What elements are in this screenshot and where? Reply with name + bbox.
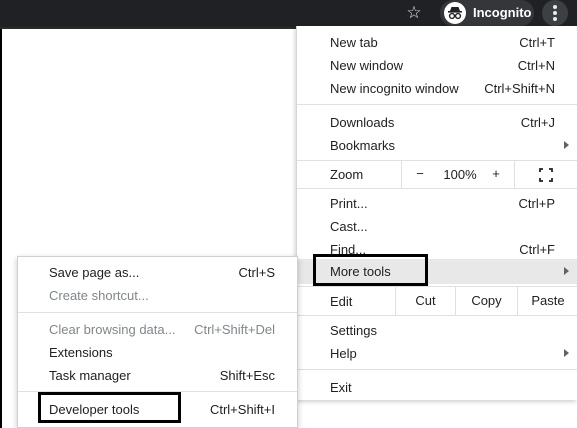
submenu-item-task-manager[interactable]: Task manager Shift+Esc xyxy=(18,364,297,387)
star-icon[interactable]: ☆ xyxy=(403,2,425,24)
page-top-edge xyxy=(0,27,296,29)
submenu-item-extensions[interactable]: Extensions xyxy=(18,341,297,364)
menu-item-label: Task manager xyxy=(49,368,131,383)
menu-item-shortcut: Ctrl+T xyxy=(519,35,555,50)
menu-item-cast[interactable]: Cast... xyxy=(297,215,577,238)
menu-separator xyxy=(18,312,297,313)
menu-item-shortcut: Ctrl+Shift+N xyxy=(484,81,555,96)
fullscreen-icon[interactable] xyxy=(539,168,553,182)
zoom-controls: − 100% + xyxy=(401,161,515,188)
menu-separator xyxy=(297,188,577,189)
menu-item-shortcut: Ctrl+Shift+Del xyxy=(194,322,275,337)
menu-item-label: New incognito window xyxy=(330,81,459,96)
menu-item-shortcut: Ctrl+P xyxy=(518,196,555,211)
menu-separator xyxy=(297,369,577,370)
menu-item-shortcut: Shift+Esc xyxy=(219,368,275,383)
menu-item-label: Create shortcut... xyxy=(49,288,149,303)
menu-item-label: Clear browsing data... xyxy=(49,322,176,337)
zoom-label: Zoom xyxy=(330,167,364,182)
menu-item-label: Cast... xyxy=(330,219,368,234)
menu-item-label: Extensions xyxy=(49,345,113,360)
submenu-item-create-shortcut: Create shortcut... xyxy=(18,284,297,307)
menu-item-exit[interactable]: Exit xyxy=(297,376,577,399)
menu-item-label: Exit xyxy=(330,380,352,395)
menu-item-shortcut: Ctrl+S xyxy=(238,265,275,280)
submenu-arrow-icon xyxy=(564,141,569,149)
menu-item-shortcut: Ctrl+Shift+I xyxy=(209,402,275,417)
menu-item-new-tab[interactable]: New tab Ctrl+T xyxy=(297,31,577,54)
incognito-icon xyxy=(444,2,466,24)
menu-item-label: Settings xyxy=(330,323,377,338)
menu-item-label: New window xyxy=(330,58,403,73)
cut-button[interactable]: Cut xyxy=(395,287,455,315)
menu-item-settings[interactable]: Settings xyxy=(297,319,577,342)
submenu-item-clear-browsing-data[interactable]: Clear browsing data... Ctrl+Shift+Del xyxy=(18,318,297,341)
menu-edit-row: Edit Cut Copy Paste xyxy=(297,287,577,315)
menu-item-label: Downloads xyxy=(330,115,395,130)
menu-zoom-row: Zoom − 100% + xyxy=(297,161,577,188)
menu-item-new-window[interactable]: New window Ctrl+N xyxy=(297,54,577,77)
menu-separator xyxy=(297,104,577,105)
menu-separator xyxy=(297,315,577,316)
menu-item-label: Save page as... xyxy=(49,265,140,280)
edit-label: Edit xyxy=(330,294,353,309)
menu-item-bookmarks[interactable]: Bookmarks xyxy=(297,134,577,157)
copy-button[interactable]: Copy xyxy=(455,287,517,315)
menu-item-shortcut: Ctrl+N xyxy=(517,58,555,73)
zoom-level: 100% xyxy=(443,167,477,182)
page-edge xyxy=(0,27,2,428)
submenu-arrow-icon xyxy=(564,349,569,357)
submenu-item-save-page[interactable]: Save page as... Ctrl+S xyxy=(18,261,297,284)
zoom-out-button[interactable]: − xyxy=(410,166,430,181)
menu-item-help[interactable]: Help xyxy=(297,342,577,365)
menu-item-shortcut: Ctrl+J xyxy=(520,115,555,130)
paste-button[interactable]: Paste xyxy=(517,287,577,315)
menu-item-label: Print... xyxy=(330,196,368,211)
menu-item-label: New tab xyxy=(330,35,378,50)
incognito-label: Incognito xyxy=(473,5,532,20)
developer-tools-highlight-box xyxy=(38,392,181,423)
menu-item-print[interactable]: Print... Ctrl+P xyxy=(297,192,577,215)
menu-item-label: Bookmarks xyxy=(330,138,396,153)
more-tools-highlight-box xyxy=(313,254,428,286)
kebab-menu-icon[interactable] xyxy=(542,0,568,26)
menu-item-new-incognito-window[interactable]: New incognito window Ctrl+Shift+N xyxy=(297,77,577,100)
zoom-in-button[interactable]: + xyxy=(486,166,506,181)
menu-item-label: Help xyxy=(330,346,357,361)
chrome-main-menu: New tab Ctrl+T New window Ctrl+N New inc… xyxy=(296,26,577,400)
menu-item-downloads[interactable]: Downloads Ctrl+J xyxy=(297,111,577,134)
submenu-arrow-icon xyxy=(564,267,569,275)
menu-item-shortcut: Ctrl+F xyxy=(519,242,555,257)
